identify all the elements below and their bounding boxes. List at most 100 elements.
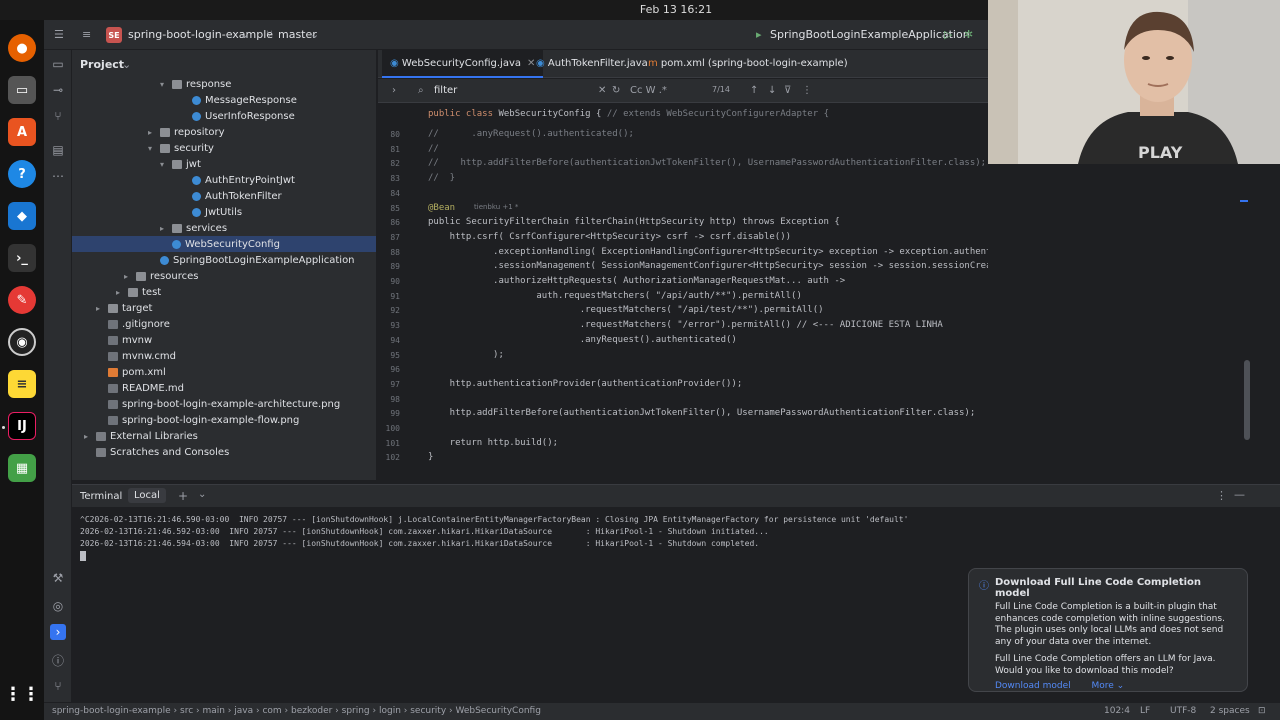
tree-item[interactable]: UserInfoResponse [72,108,376,124]
tab-pom[interactable]: m pom.xml (spring-boot-login-example) [640,50,856,78]
code-line[interactable]: @Bean [428,203,455,213]
run-icon[interactable]: ▷ [944,28,952,41]
code-line[interactable]: // .anyRequest().authenticated(); [428,129,634,139]
new-tab-icon[interactable]: + [178,489,188,503]
code-line[interactable]: public SecurityFilterChain filterChain(H… [428,217,840,227]
code-line[interactable]: .requestMatchers( "/api/test/**").permit… [428,305,824,315]
tree-arrow-icon[interactable]: ▾ [160,160,172,169]
project-badge[interactable]: SE [106,27,122,43]
tree-item[interactable]: WebSecurityConfig [72,236,376,252]
help-icon[interactable]: ? [8,160,36,188]
filter-icon[interactable]: ⊽ [784,85,791,96]
code-line[interactable]: return http.build(); [428,438,558,448]
options-icon[interactable]: ⋮ [1216,489,1227,502]
tree-item[interactable]: SpringBootLoginExampleApplication [72,252,376,268]
next-match-icon[interactable]: ↓ [768,85,776,96]
tree-item[interactable]: mvnw.cmd [72,348,376,364]
chevron-down-icon[interactable]: ⌄ [310,28,319,41]
chevron-down-icon[interactable]: ⌄ [122,58,131,71]
firefox-icon[interactable]: ● [8,34,36,62]
tree-item[interactable]: ▸ test [72,284,376,300]
lock-icon[interactable]: ⊡ [1258,706,1266,716]
tree-arrow-icon[interactable]: ▸ [124,272,136,281]
tree-item[interactable]: ▸ repository [72,124,376,140]
services-icon[interactable]: ◎ [50,598,66,614]
code-line[interactable]: http.addFilterBefore(authenticationJwtTo… [428,408,976,418]
tree-item[interactable]: .gitignore [72,316,376,332]
chevron-down-icon[interactable]: ⌄ [240,28,249,41]
git-icon[interactable]: ⑂ [50,678,66,694]
code-line[interactable]: } [428,452,433,462]
tab-authtokenfilter[interactable]: ◉ AuthTokenFilter.java [528,50,656,78]
code-line[interactable]: auth.requestMatchers( "/api/auth/**").pe… [428,291,802,301]
text-editor-icon[interactable]: ≡ [8,370,36,398]
tree-item[interactable]: pom.xml [72,364,376,380]
tree-item[interactable]: ▸ resources [72,268,376,284]
app-grid-icon[interactable]: ⋮⋮ [4,680,40,708]
code-line[interactable]: .authorizeHttpRequests( AuthorizationMan… [428,276,845,286]
tree-arrow-icon[interactable]: ▸ [84,432,96,441]
obs-icon[interactable]: ◉ [8,328,36,356]
find-options[interactable]: Cc W .* [630,85,667,96]
tree-item[interactable]: AuthEntryPointJwt [72,172,376,188]
download-model-link[interactable]: Download model [995,681,1071,691]
code-line[interactable]: // [428,144,439,154]
tree-item[interactable]: JwtUtils [72,204,376,220]
software-center-icon[interactable]: A [8,118,36,146]
tree-item[interactable]: MessageResponse [72,92,376,108]
intellij-icon[interactable]: IJ [8,412,36,440]
code-line[interactable]: http.csrf( CsrfConfigurer<HttpSecurity> … [428,232,791,242]
tree-arrow-icon[interactable]: ▾ [148,144,160,153]
clear-icon[interactable]: ✕ [598,85,606,96]
more-icon[interactable]: ⋯ [50,168,66,184]
main-menu-icon[interactable]: ☰ [54,28,64,41]
project-name[interactable]: spring-boot-login-example [128,28,273,41]
debug-icon[interactable]: ✲ [964,28,973,41]
folder-icon[interactable]: ▭ [50,56,66,72]
pull-requests-icon[interactable]: ⑂ [50,108,66,124]
code-line[interactable]: // } [428,173,455,183]
tree-item[interactable]: ▸ services [72,220,376,236]
tree-item[interactable]: mvnw [72,332,376,348]
tree-item[interactable]: Scratches and Consoles [72,444,376,460]
tree-item[interactable]: ▾ security [72,140,376,156]
code-line[interactable]: .anyRequest().authenticated() [428,335,737,345]
indent-setting[interactable]: 2 spaces [1210,706,1250,716]
editor-scrollbar[interactable] [1244,360,1250,440]
previous-match-icon[interactable]: ↑ [750,85,758,96]
caret-position[interactable]: 102:4 [1104,706,1130,716]
pencil-app-icon[interactable]: ✎ [8,286,36,314]
files-icon[interactable]: ▭ [8,76,36,104]
code-line[interactable]: .requestMatchers( "/error").permitAll() … [428,320,943,330]
project-panel-title[interactable]: Project [80,58,124,71]
code-line[interactable]: ); [428,350,504,360]
chevron-down-icon[interactable]: ⌄ [198,489,206,500]
vscode-icon[interactable]: ◆ [8,202,36,230]
more-link[interactable]: More ⌄ [1092,681,1125,691]
run-config-name[interactable]: SpringBootLoginExampleApplication [770,28,970,41]
tree-arrow-icon[interactable]: ▸ [160,224,172,233]
tree-arrow-icon[interactable]: ▾ [160,80,172,89]
line-separator[interactable]: LF [1140,706,1150,716]
tree-item[interactable]: spring-boot-login-example-flow.png [72,412,376,428]
code-line[interactable]: // http.addFilterBefore(authenticationJw… [428,158,986,168]
structure-icon[interactable]: ▤ [50,142,66,158]
commit-icon[interactable]: ⊸ [50,82,66,98]
code-line[interactable]: http.authenticationProvider(authenticati… [428,379,743,389]
spreadsheet-icon[interactable]: ▦ [8,454,36,482]
tab-websecurityconfig[interactable]: ◉ WebSecurityConfig.java ✕ [382,50,544,78]
build-icon[interactable]: ⚒ [50,570,66,586]
tree-item[interactable]: ▸ External Libraries [72,428,376,444]
tree-item[interactable]: ▸ target [72,300,376,316]
terminal-icon[interactable]: › [50,624,66,640]
tab-local[interactable]: Local [128,488,166,503]
tree-item[interactable]: ▾ jwt [72,156,376,172]
terminal-title[interactable]: Terminal [80,491,122,502]
file-encoding[interactable]: UTF-8 [1170,706,1196,716]
more-options-icon[interactable]: ⋮ [802,85,812,96]
tree-item[interactable]: README.md [72,380,376,396]
tree-arrow-icon[interactable]: ▸ [116,288,128,297]
tree-item[interactable]: ▾ response [72,76,376,92]
terminal-app-icon[interactable]: ›_ [8,244,36,272]
expand-icon[interactable]: › [392,85,396,96]
